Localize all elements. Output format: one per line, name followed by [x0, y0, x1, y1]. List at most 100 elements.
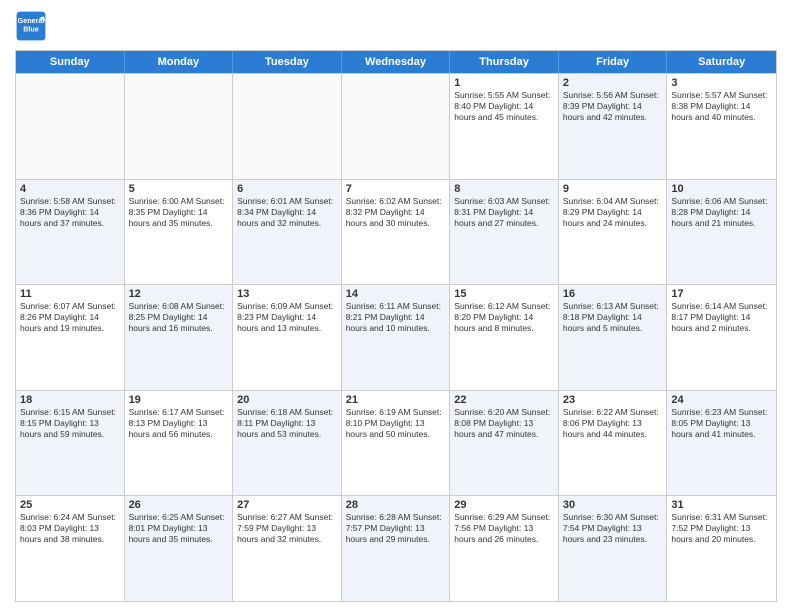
day-cell-9: 9Sunrise: 6:04 AM Sunset: 8:29 PM Daylig… [559, 180, 668, 285]
day-cell-20: 20Sunrise: 6:18 AM Sunset: 8:11 PM Dayli… [233, 391, 342, 496]
cell-info: Sunrise: 6:24 AM Sunset: 8:03 PM Dayligh… [20, 512, 120, 545]
cell-info: Sunrise: 6:08 AM Sunset: 8:25 PM Dayligh… [129, 301, 229, 334]
cell-info: Sunrise: 6:06 AM Sunset: 8:28 PM Dayligh… [671, 196, 772, 229]
empty-cell [233, 74, 342, 179]
day-number: 27 [237, 499, 337, 511]
svg-text:General: General [18, 16, 45, 25]
day-cell-27: 27Sunrise: 6:27 AM Sunset: 7:59 PM Dayli… [233, 496, 342, 601]
day-number: 23 [563, 394, 663, 406]
cell-info: Sunrise: 6:30 AM Sunset: 7:54 PM Dayligh… [563, 512, 663, 545]
calendar-row-5: 25Sunrise: 6:24 AM Sunset: 8:03 PM Dayli… [16, 495, 776, 601]
day-number: 18 [20, 394, 120, 406]
cell-info: Sunrise: 5:55 AM Sunset: 8:40 PM Dayligh… [454, 90, 554, 123]
logo: General Blue [15, 10, 47, 42]
day-number: 21 [346, 394, 446, 406]
cell-info: Sunrise: 6:18 AM Sunset: 8:11 PM Dayligh… [237, 407, 337, 440]
empty-cell [16, 74, 125, 179]
day-cell-18: 18Sunrise: 6:15 AM Sunset: 8:15 PM Dayli… [16, 391, 125, 496]
header: General Blue [15, 10, 777, 42]
cell-info: Sunrise: 6:22 AM Sunset: 8:06 PM Dayligh… [563, 407, 663, 440]
cell-info: Sunrise: 6:28 AM Sunset: 7:57 PM Dayligh… [346, 512, 446, 545]
day-cell-29: 29Sunrise: 6:29 AM Sunset: 7:56 PM Dayli… [450, 496, 559, 601]
day-number: 17 [671, 288, 772, 300]
day-cell-21: 21Sunrise: 6:19 AM Sunset: 8:10 PM Dayli… [342, 391, 451, 496]
cell-info: Sunrise: 6:17 AM Sunset: 8:13 PM Dayligh… [129, 407, 229, 440]
day-number: 16 [563, 288, 663, 300]
cell-info: Sunrise: 6:14 AM Sunset: 8:17 PM Dayligh… [671, 301, 772, 334]
day-number: 5 [129, 183, 229, 195]
day-cell-24: 24Sunrise: 6:23 AM Sunset: 8:05 PM Dayli… [667, 391, 776, 496]
cell-info: Sunrise: 6:13 AM Sunset: 8:18 PM Dayligh… [563, 301, 663, 334]
day-number: 11 [20, 288, 120, 300]
cell-info: Sunrise: 6:25 AM Sunset: 8:01 PM Dayligh… [129, 512, 229, 545]
header-day-monday: Monday [125, 51, 234, 73]
day-cell-13: 13Sunrise: 6:09 AM Sunset: 8:23 PM Dayli… [233, 285, 342, 390]
day-number: 6 [237, 183, 337, 195]
calendar: SundayMondayTuesdayWednesdayThursdayFrid… [15, 50, 777, 602]
day-number: 30 [563, 499, 663, 511]
day-cell-28: 28Sunrise: 6:28 AM Sunset: 7:57 PM Dayli… [342, 496, 451, 601]
day-number: 4 [20, 183, 120, 195]
day-cell-6: 6Sunrise: 6:01 AM Sunset: 8:34 PM Daylig… [233, 180, 342, 285]
empty-cell [125, 74, 234, 179]
day-cell-5: 5Sunrise: 6:00 AM Sunset: 8:35 PM Daylig… [125, 180, 234, 285]
day-cell-30: 30Sunrise: 6:30 AM Sunset: 7:54 PM Dayli… [559, 496, 668, 601]
calendar-body: 1Sunrise: 5:55 AM Sunset: 8:40 PM Daylig… [16, 73, 776, 601]
day-cell-2: 2Sunrise: 5:56 AM Sunset: 8:39 PM Daylig… [559, 74, 668, 179]
calendar-row-2: 4Sunrise: 5:58 AM Sunset: 8:36 PM Daylig… [16, 179, 776, 285]
cell-info: Sunrise: 6:00 AM Sunset: 8:35 PM Dayligh… [129, 196, 229, 229]
cell-info: Sunrise: 6:07 AM Sunset: 8:26 PM Dayligh… [20, 301, 120, 334]
day-cell-10: 10Sunrise: 6:06 AM Sunset: 8:28 PM Dayli… [667, 180, 776, 285]
header-day-tuesday: Tuesday [233, 51, 342, 73]
cell-info: Sunrise: 6:09 AM Sunset: 8:23 PM Dayligh… [237, 301, 337, 334]
day-number: 8 [454, 183, 554, 195]
day-cell-31: 31Sunrise: 6:31 AM Sunset: 7:52 PM Dayli… [667, 496, 776, 601]
day-cell-14: 14Sunrise: 6:11 AM Sunset: 8:21 PM Dayli… [342, 285, 451, 390]
day-number: 19 [129, 394, 229, 406]
header-day-wednesday: Wednesday [342, 51, 451, 73]
day-cell-23: 23Sunrise: 6:22 AM Sunset: 8:06 PM Dayli… [559, 391, 668, 496]
day-cell-7: 7Sunrise: 6:02 AM Sunset: 8:32 PM Daylig… [342, 180, 451, 285]
day-number: 7 [346, 183, 446, 195]
calendar-row-3: 11Sunrise: 6:07 AM Sunset: 8:26 PM Dayli… [16, 284, 776, 390]
day-cell-4: 4Sunrise: 5:58 AM Sunset: 8:36 PM Daylig… [16, 180, 125, 285]
day-number: 20 [237, 394, 337, 406]
day-number: 9 [563, 183, 663, 195]
day-cell-11: 11Sunrise: 6:07 AM Sunset: 8:26 PM Dayli… [16, 285, 125, 390]
day-cell-8: 8Sunrise: 6:03 AM Sunset: 8:31 PM Daylig… [450, 180, 559, 285]
header-day-saturday: Saturday [667, 51, 776, 73]
cell-info: Sunrise: 6:31 AM Sunset: 7:52 PM Dayligh… [671, 512, 772, 545]
day-number: 24 [671, 394, 772, 406]
cell-info: Sunrise: 6:11 AM Sunset: 8:21 PM Dayligh… [346, 301, 446, 334]
day-number: 10 [671, 183, 772, 195]
cell-info: Sunrise: 6:29 AM Sunset: 7:56 PM Dayligh… [454, 512, 554, 545]
day-cell-1: 1Sunrise: 5:55 AM Sunset: 8:40 PM Daylig… [450, 74, 559, 179]
cell-info: Sunrise: 6:12 AM Sunset: 8:20 PM Dayligh… [454, 301, 554, 334]
day-number: 29 [454, 499, 554, 511]
day-number: 22 [454, 394, 554, 406]
day-cell-12: 12Sunrise: 6:08 AM Sunset: 8:25 PM Dayli… [125, 285, 234, 390]
cell-info: Sunrise: 6:01 AM Sunset: 8:34 PM Dayligh… [237, 196, 337, 229]
day-number: 1 [454, 77, 554, 89]
day-number: 3 [671, 77, 772, 89]
day-cell-25: 25Sunrise: 6:24 AM Sunset: 8:03 PM Dayli… [16, 496, 125, 601]
cell-info: Sunrise: 6:04 AM Sunset: 8:29 PM Dayligh… [563, 196, 663, 229]
day-number: 14 [346, 288, 446, 300]
logo-icon: General Blue [15, 10, 47, 42]
day-cell-15: 15Sunrise: 6:12 AM Sunset: 8:20 PM Dayli… [450, 285, 559, 390]
cell-info: Sunrise: 5:58 AM Sunset: 8:36 PM Dayligh… [20, 196, 120, 229]
day-number: 12 [129, 288, 229, 300]
day-number: 13 [237, 288, 337, 300]
cell-info: Sunrise: 6:03 AM Sunset: 8:31 PM Dayligh… [454, 196, 554, 229]
empty-cell [342, 74, 451, 179]
header-day-sunday: Sunday [16, 51, 125, 73]
cell-info: Sunrise: 6:23 AM Sunset: 8:05 PM Dayligh… [671, 407, 772, 440]
calendar-header: SundayMondayTuesdayWednesdayThursdayFrid… [16, 51, 776, 73]
cell-info: Sunrise: 6:20 AM Sunset: 8:08 PM Dayligh… [454, 407, 554, 440]
cell-info: Sunrise: 6:27 AM Sunset: 7:59 PM Dayligh… [237, 512, 337, 545]
day-cell-26: 26Sunrise: 6:25 AM Sunset: 8:01 PM Dayli… [125, 496, 234, 601]
day-cell-3: 3Sunrise: 5:57 AM Sunset: 8:38 PM Daylig… [667, 74, 776, 179]
day-cell-16: 16Sunrise: 6:13 AM Sunset: 8:18 PM Dayli… [559, 285, 668, 390]
day-number: 31 [671, 499, 772, 511]
cell-info: Sunrise: 6:02 AM Sunset: 8:32 PM Dayligh… [346, 196, 446, 229]
